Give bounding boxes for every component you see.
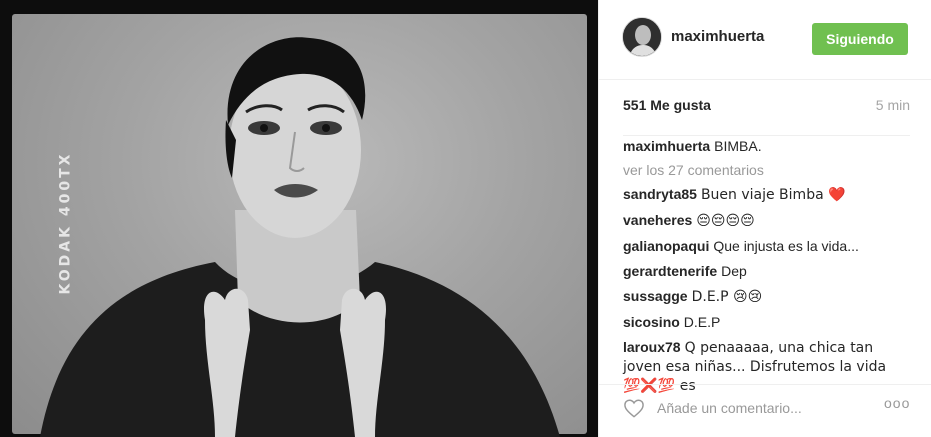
portrait-image: [40, 37, 560, 437]
post-photo[interactable]: KODAK 400TX: [0, 0, 598, 437]
comment-text: 😔😔😔😔: [696, 213, 755, 229]
add-comment-input[interactable]: [657, 398, 857, 418]
avatar-image: [623, 18, 661, 56]
comment-item: vaneheres 😔😔😔😔: [623, 211, 915, 230]
avatar[interactable]: [622, 17, 662, 57]
film-edge-text: KODAK 400TX: [57, 151, 74, 295]
comment-text: D.E.P 😢😢: [691, 289, 763, 305]
comment-username[interactable]: sussagge: [623, 288, 688, 304]
header-username[interactable]: maximhuerta: [671, 28, 764, 45]
comment-item: sicosino D.E.P: [623, 313, 915, 331]
like-heart-icon[interactable]: [623, 398, 645, 418]
post-timestamp[interactable]: 5 min: [876, 97, 910, 113]
caption: maximhuerta BIMBA.: [623, 137, 915, 155]
comment-text: D.E.P: [683, 314, 721, 330]
comment-text: Dep: [721, 263, 747, 279]
post-stats: 551 Me gusta 5 min: [623, 97, 910, 136]
likes-count[interactable]: 551 Me gusta: [623, 97, 711, 113]
comment-item: gerardtenerife Dep: [623, 262, 915, 280]
comment-username[interactable]: sandryta85: [623, 186, 697, 202]
comment-item: sussagge D.E.P 😢😢: [623, 287, 915, 306]
comment-item: sandryta85 Buen viaje Bimba ❤️: [623, 185, 915, 204]
post-side-panel: maximhuerta Siguiendo 551 Me gusta 5 min…: [598, 0, 931, 437]
comment-bar: ooo: [599, 384, 931, 437]
caption-text: BIMBA.: [714, 138, 762, 154]
post-header: maximhuerta Siguiendo: [599, 0, 931, 80]
comment-username[interactable]: galianopaqui: [623, 238, 709, 254]
comment-username[interactable]: gerardtenerife: [623, 263, 717, 279]
comment-text: Que injusta es la vida...: [713, 238, 859, 254]
comment-text: Buen viaje Bimba ❤️: [700, 187, 846, 203]
caption-username[interactable]: maximhuerta: [623, 138, 710, 154]
comment-item: galianopaqui Que injusta es la vida...: [623, 237, 915, 255]
comment-username[interactable]: sicosino: [623, 314, 680, 330]
comments-list: maximhuerta BIMBA. ver los 27 comentarios…: [623, 137, 915, 402]
instagram-post: KODAK 400TX maximhuerta Siguiendo 551 Me…: [0, 0, 931, 437]
following-button[interactable]: Siguiendo: [812, 23, 908, 55]
comment-username[interactable]: vaneheres: [623, 212, 692, 228]
more-options-icon[interactable]: ooo: [884, 395, 910, 411]
comment-username[interactable]: laroux78: [623, 339, 681, 355]
view-all-comments-link[interactable]: ver los 27 comentarios: [623, 162, 915, 178]
